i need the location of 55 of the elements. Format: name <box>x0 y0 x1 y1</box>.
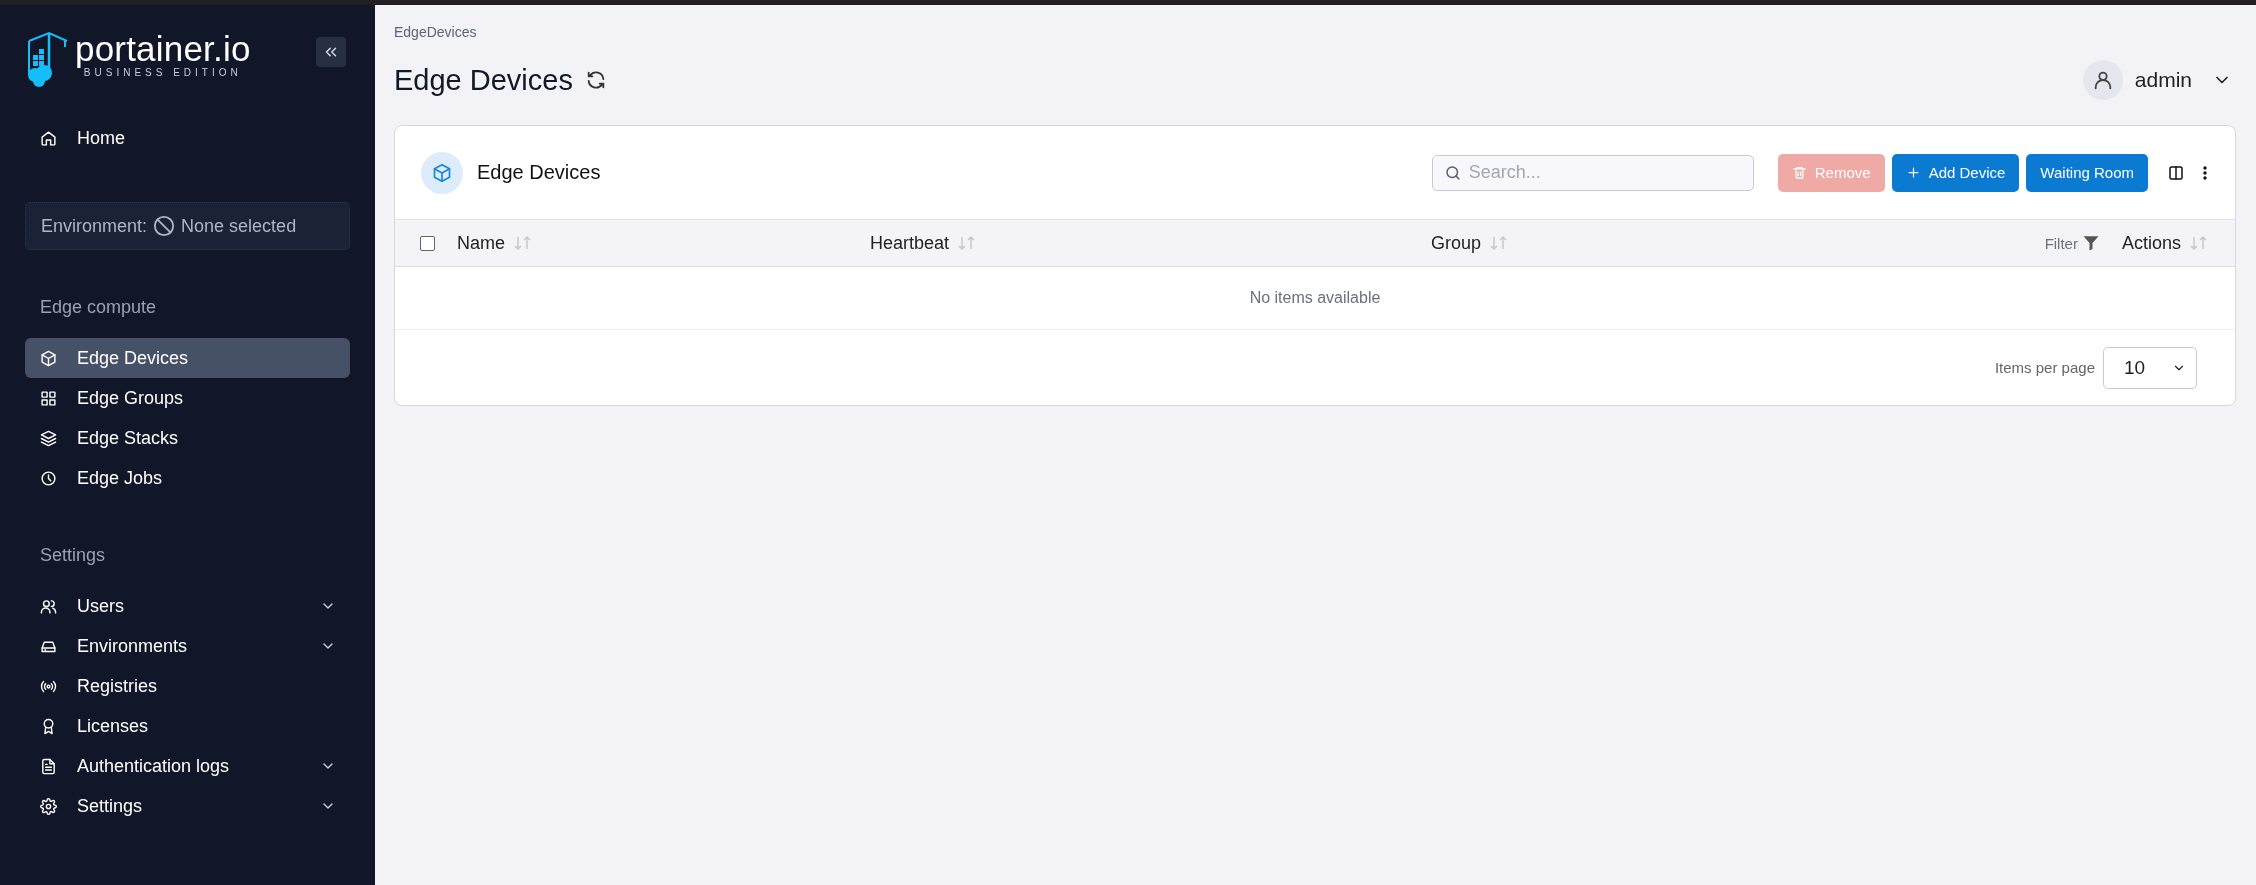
none-selected-icon <box>153 215 176 237</box>
select-all-checkbox[interactable] <box>420 235 435 251</box>
sort-icon <box>513 235 533 251</box>
action-button[interactable]: Add Device <box>1891 153 2020 192</box>
sidebar-item[interactable]: Home <box>25 118 350 158</box>
column-header[interactable]: Group <box>1431 232 1482 254</box>
trash-icon <box>1791 165 1807 180</box>
search-icon <box>1443 163 1462 182</box>
box-icon <box>432 162 452 183</box>
sidebar-item[interactable]: Registries <box>25 666 350 706</box>
kebab-icon <box>2203 164 2207 181</box>
page-title: Edge Devices <box>394 63 573 97</box>
document-icon <box>40 757 57 775</box>
environment-value: None selected <box>181 215 297 237</box>
box-icon <box>40 349 57 367</box>
sidebar-item[interactable]: Edge Groups <box>25 378 350 418</box>
sidebar-item[interactable]: Edge Stacks <box>25 418 350 458</box>
sidebar-item[interactable]: Edge Devices <box>25 338 350 378</box>
plus-icon <box>1905 165 1921 180</box>
home-icon <box>40 129 57 147</box>
columns-icon <box>2167 163 2185 182</box>
search-field[interactable]: Search... <box>1431 154 1754 191</box>
logo-text: portainer.io <box>75 31 251 67</box>
sidebar-item[interactable]: Environments <box>25 626 350 666</box>
avatar[interactable] <box>2082 60 2123 100</box>
filter-button[interactable]: Filter <box>2044 234 2100 252</box>
user-name: admin <box>2134 68 2192 92</box>
logo-icon <box>25 31 69 87</box>
sidebar-item[interactable]: Edge Jobs <box>25 458 350 498</box>
environment-selector[interactable]: Environment: None selected <box>25 202 350 250</box>
section-title: Edge compute <box>40 297 158 318</box>
sidebar-item[interactable]: Authentication logs <box>25 746 350 786</box>
sidebar-item[interactable]: Settings <box>25 786 350 826</box>
collapse-sidebar-button[interactable] <box>316 37 346 67</box>
grid-icon <box>40 389 57 407</box>
layers-icon <box>40 429 57 447</box>
section-title: Settings <box>40 545 107 566</box>
card-title: Edge Devices <box>477 161 602 184</box>
column-header[interactable]: Actions <box>2121 232 2181 254</box>
sidebar-item[interactable]: Users <box>25 586 350 626</box>
clock-icon <box>40 469 57 487</box>
sort-icon <box>2189 235 2209 251</box>
logo-edition: BUSINESS EDITION <box>83 67 242 79</box>
page-size-select[interactable]: 10 <box>2103 346 2197 389</box>
items-per-page-label: Items per page <box>1994 359 2095 376</box>
empty-message: No items available <box>1249 289 1381 307</box>
column-header[interactable]: Heartbeat <box>870 232 950 254</box>
filter-icon <box>2081 234 2100 252</box>
action-button[interactable]: Waiting Room <box>2026 153 2148 192</box>
users-icon <box>40 597 57 615</box>
environment-label: Environment: <box>41 215 148 237</box>
column-header[interactable]: Name <box>457 232 505 254</box>
breadcrumb: EdgeDevices <box>394 24 478 40</box>
sidebar-item[interactable]: Licenses <box>25 706 350 746</box>
settings-icon <box>40 797 57 815</box>
